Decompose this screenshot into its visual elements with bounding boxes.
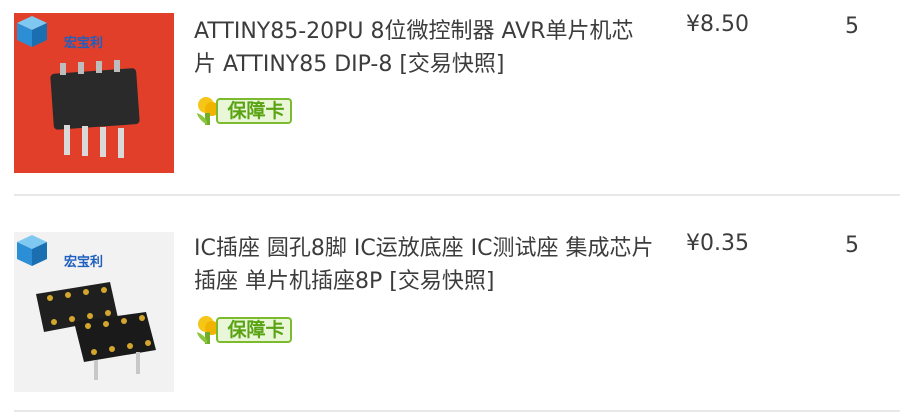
guarantee-card-badge[interactable]: 保障卡 — [194, 95, 300, 129]
product-thumbnail[interactable]: 宏宝利 — [14, 232, 174, 392]
quantity: 5 — [845, 233, 859, 258]
row-divider — [14, 410, 900, 412]
guarantee-card-badge[interactable]: 保障卡 — [194, 314, 300, 348]
product-title-link[interactable]: IC插座 圆孔8脚 IC运放底座 IC测试座 集成芯片插座 单片机插座8P [交… — [194, 232, 654, 298]
unit-price: ¥8.50 — [686, 12, 749, 37]
order-item-list: 宏宝利 ATTINY85-20PU 8位微控制器 AVR单片机芯片 ATTINY… — [0, 0, 900, 418]
order-item-row: 宏宝利 IC插座 圆孔8脚 IC运放底座 IC测试座 集成芯片插座 单片机插座8… — [0, 196, 900, 412]
badge-label: 保障卡 — [227, 319, 285, 341]
product-thumbnail[interactable]: 宏宝利 — [14, 13, 174, 173]
product-title-link[interactable]: ATTINY85-20PU 8位微控制器 AVR单片机芯片 ATTINY85 D… — [194, 15, 654, 81]
order-item-row: 宏宝利 ATTINY85-20PU 8位微控制器 AVR单片机芯片 ATTINY… — [0, 0, 900, 195]
quantity: 5 — [845, 14, 859, 39]
shop-label: 宏宝利 — [64, 36, 104, 51]
brand-cube-icon — [17, 16, 47, 47]
badge-label: 保障卡 — [227, 100, 285, 122]
unit-price: ¥0.35 — [686, 231, 749, 256]
brand-cube-icon — [17, 235, 47, 266]
shop-label: 宏宝利 — [64, 255, 104, 270]
